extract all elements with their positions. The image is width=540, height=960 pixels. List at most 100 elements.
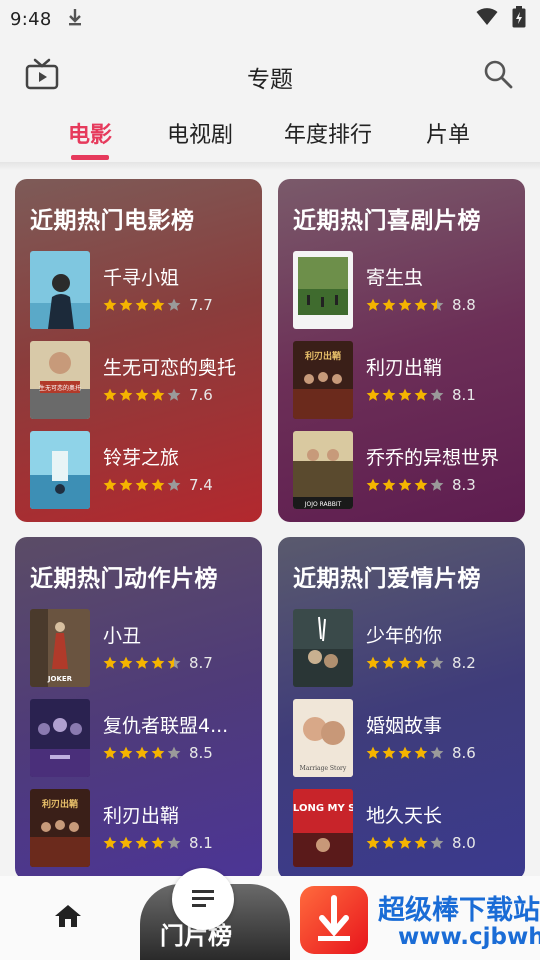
- star-rating: 7.4: [103, 476, 213, 494]
- movie-title: 寄生虫: [366, 267, 424, 289]
- rating-score: 8.5: [189, 744, 213, 762]
- search-icon: [484, 60, 513, 89]
- star-icon: [135, 298, 149, 311]
- star-icon: [366, 746, 380, 759]
- star-icon: [366, 836, 380, 849]
- star-icon: [103, 746, 117, 759]
- home-button[interactable]: [48, 896, 88, 936]
- movie-title: 利刃出鞘: [366, 357, 443, 379]
- rating-score: 8.3: [452, 476, 476, 494]
- ranking-card-hot-movies[interactable]: 近期热门电影榜 千寻小姐 7.7 生无可恋的奥托 生无可恋的奥托 7.6 铃芽之…: [15, 179, 262, 522]
- tab-movies[interactable]: 电影: [68, 120, 112, 160]
- star-icon: [414, 836, 428, 849]
- star-icon: [398, 836, 412, 849]
- star-icon: [135, 388, 149, 401]
- status-bar: 9:48: [0, 0, 540, 38]
- star-icon: [135, 836, 149, 849]
- ranking-card-hot-action[interactable]: 近期热门动作片榜 JOKER 小丑 8.7 复仇者联盟4... 8.5 利刃出鞘…: [15, 537, 262, 880]
- list-icon: [192, 890, 214, 907]
- watermark-url: www.cjbwh.com: [398, 924, 540, 950]
- star-icon: [430, 656, 444, 669]
- poster-caption: 利刃出鞘: [41, 798, 78, 810]
- movie-title: 千寻小姐: [103, 267, 180, 289]
- movie-item[interactable]: 寄生虫 8.8: [293, 251, 518, 331]
- star-icon: [151, 656, 165, 669]
- movie-item[interactable]: 复仇者联盟4... 8.5: [30, 699, 255, 779]
- movie-item[interactable]: 利刃出鞘 利刃出鞘 8.1: [293, 341, 518, 421]
- movie-item[interactable]: JOKER 小丑 8.7: [30, 609, 255, 689]
- star-icon: [382, 298, 396, 311]
- movie-item[interactable]: 千寻小姐 7.7: [30, 251, 255, 331]
- movie-title: 复仇者联盟4...: [103, 715, 229, 737]
- movie-poster: [293, 251, 353, 329]
- star-icon: [167, 388, 181, 401]
- star-icon: [414, 478, 428, 491]
- movie-title: 乔乔的异想世界: [366, 447, 500, 469]
- category-tabs: 电影 电视剧 年度排行 片单: [0, 112, 540, 166]
- movie-item[interactable]: 铃芽之旅 7.4: [30, 431, 255, 511]
- movie-item[interactable]: 利刃出鞘 利刃出鞘 8.1: [30, 789, 255, 869]
- star-icon: [119, 388, 133, 401]
- star-rating: 8.8: [366, 296, 476, 314]
- wifi-icon: [476, 8, 498, 30]
- star-icon: [398, 656, 412, 669]
- ranking-card-hot-comedies[interactable]: 近期热门喜剧片榜 寄生虫 8.8 利刃出鞘 利刃出鞘 8.1 JOJO RABB…: [278, 179, 525, 522]
- star-icon: [151, 746, 165, 759]
- star-rating: 7.6: [103, 386, 213, 404]
- tab-label: 电影: [68, 123, 113, 148]
- tab-annual-ranking[interactable]: 年度排行: [284, 120, 372, 160]
- movie-poster: SO LONG MY SON: [293, 789, 353, 867]
- star-rating: 8.7: [103, 654, 213, 672]
- poster-caption: JOKER: [47, 675, 73, 683]
- poster-caption: 生无可恋的奥托: [39, 384, 81, 392]
- star-icon: [167, 298, 181, 311]
- tab-tv-series[interactable]: 电视剧: [167, 120, 233, 160]
- movie-item[interactable]: Marriage Story 婚姻故事 8.6: [293, 699, 518, 779]
- star-icon: [151, 478, 165, 491]
- card-title: 近期热门喜剧片榜: [293, 208, 481, 234]
- star-rating: 7.7: [103, 296, 213, 314]
- star-icon: [430, 836, 444, 849]
- status-time: 9:48: [10, 8, 52, 30]
- star-rating: 8.6: [366, 744, 476, 762]
- star-icon: [398, 746, 412, 759]
- star-icon: [382, 388, 396, 401]
- star-icon: [398, 298, 412, 311]
- star-icon: [430, 746, 444, 759]
- star-icon: [135, 478, 149, 491]
- home-icon: [55, 905, 81, 927]
- star-icon: [119, 746, 133, 759]
- star-rating: 8.3: [366, 476, 476, 494]
- poster-caption: SO LONG MY SON: [293, 803, 353, 814]
- star-icon: [103, 388, 117, 401]
- star-icon: [430, 298, 444, 311]
- movie-poster: [293, 609, 353, 687]
- movie-title: 小丑: [103, 625, 142, 647]
- movie-item[interactable]: 生无可恋的奥托 生无可恋的奥托 7.6: [30, 341, 255, 421]
- star-icon: [135, 746, 149, 759]
- star-icon: [103, 478, 117, 491]
- search-button[interactable]: [478, 54, 518, 94]
- rating-score: 8.1: [452, 386, 476, 404]
- card-title: 近期热门电影榜: [30, 208, 195, 234]
- movie-title: 生无可恋的奥托: [103, 357, 237, 379]
- movie-title: 利刃出鞘: [103, 805, 180, 827]
- movie-item[interactable]: 少年的你 8.2: [293, 609, 518, 689]
- ranking-card-hot-romance[interactable]: 近期热门爱情片榜 少年的你 8.2 Marriage Story 婚姻故事 8.…: [278, 537, 525, 880]
- tab-label: 片单: [426, 123, 471, 148]
- movie-poster: 利刃出鞘: [293, 341, 353, 419]
- movie-item[interactable]: SO LONG MY SON 地久天长 8.0: [293, 789, 518, 869]
- poster-caption: JOJO RABBIT: [304, 501, 342, 508]
- tab-playlists[interactable]: 片单: [426, 120, 470, 160]
- movie-item[interactable]: JOJO RABBIT 乔乔的异想世界 8.3: [293, 431, 518, 511]
- star-icon: [414, 298, 428, 311]
- watermark-logo: [300, 886, 368, 954]
- list-button[interactable]: [172, 868, 234, 930]
- movie-poster: [30, 431, 90, 509]
- star-icon: [167, 836, 181, 849]
- poster-caption: 利刃出鞘: [304, 350, 341, 362]
- star-icon: [382, 656, 396, 669]
- star-icon: [366, 388, 380, 401]
- movie-title: 铃芽之旅: [103, 447, 180, 469]
- watermark-title: 超级棒下载站: [378, 895, 540, 926]
